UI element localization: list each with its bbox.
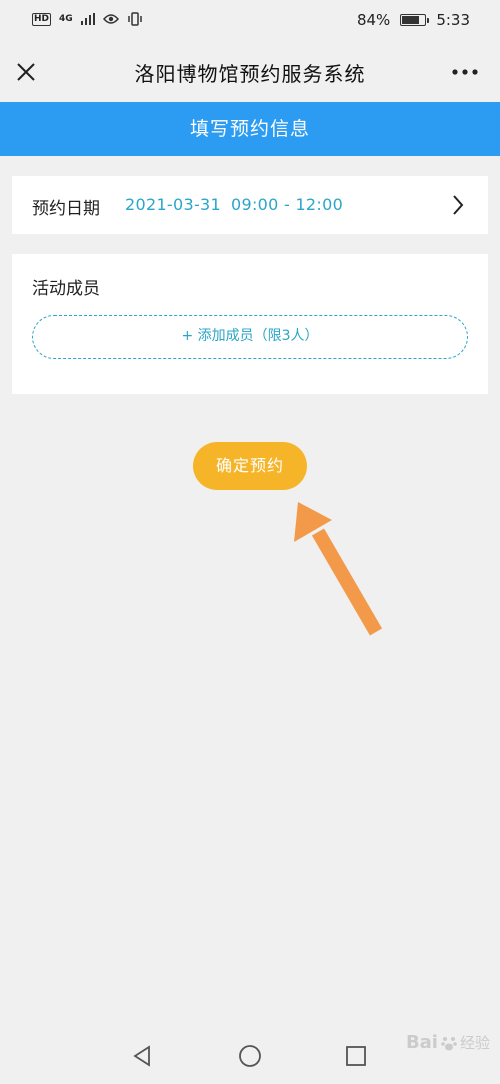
vibrate-icon bbox=[127, 12, 142, 26]
more-button[interactable] bbox=[450, 58, 480, 86]
status-right: 84% 5:33 bbox=[357, 11, 470, 29]
members-card: 活动成员 + 添加成员（限3人） bbox=[12, 254, 488, 394]
back-button[interactable] bbox=[128, 1042, 156, 1070]
signal-icon bbox=[80, 13, 95, 25]
confirm-reservation-button[interactable]: 确定预约 bbox=[193, 442, 307, 490]
battery-fill bbox=[402, 16, 420, 24]
page-title: 洛阳博物馆预约服务系统 bbox=[134, 62, 366, 86]
members-label: 活动成员 bbox=[32, 279, 100, 299]
status-bar: HD 4G 84% 5:33 bbox=[0, 0, 500, 42]
battery-percent: 84% bbox=[356, 11, 391, 29]
recent-apps-button[interactable] bbox=[342, 1042, 370, 1070]
more-icon bbox=[452, 69, 478, 75]
navbar: 洛阳博物馆预约服务系统 bbox=[0, 42, 500, 102]
date-label: 预约日期 bbox=[32, 199, 100, 219]
watermark: Bai 经验 bbox=[406, 1032, 490, 1053]
reservation-date-row[interactable]: 预约日期 2021-03-31 09:00 - 12:00 bbox=[12, 176, 488, 234]
hd-badge: HD bbox=[32, 12, 52, 26]
battery-icon bbox=[400, 14, 430, 26]
close-icon bbox=[17, 63, 35, 81]
chevron-right-icon bbox=[453, 195, 464, 215]
recent-square-icon bbox=[346, 1046, 366, 1066]
close-button[interactable] bbox=[12, 58, 40, 86]
section-banner: 填写预约信息 bbox=[0, 102, 500, 156]
network-type: 4G bbox=[59, 13, 73, 24]
back-triangle-icon bbox=[133, 1045, 150, 1067]
home-circle-icon bbox=[239, 1045, 261, 1067]
clock: 5:33 bbox=[436, 11, 470, 29]
home-button[interactable] bbox=[236, 1042, 264, 1070]
watermark-sub: 经验 bbox=[459, 1034, 490, 1052]
time-value: 09:00 - 12:00 bbox=[231, 195, 344, 214]
date-value: 2021-03-31 bbox=[125, 195, 221, 214]
status-left: HD 4G bbox=[32, 12, 143, 26]
paw-icon bbox=[441, 1036, 457, 1050]
add-member-button[interactable]: + 添加成员（限3人） bbox=[32, 315, 468, 359]
annotation-arrow-icon bbox=[294, 502, 383, 636]
watermark-brand: Bai bbox=[405, 1032, 438, 1053]
eye-icon bbox=[102, 14, 119, 24]
